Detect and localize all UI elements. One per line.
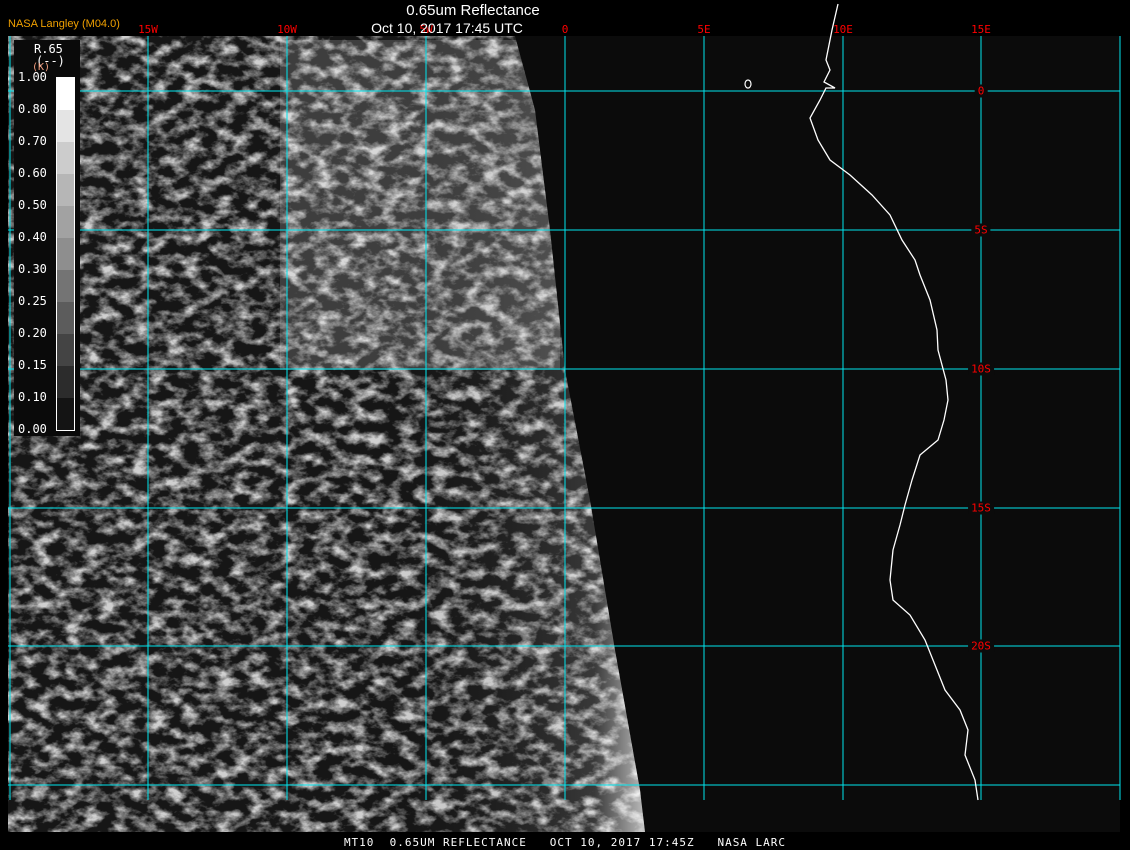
legend-tick-label: 0.40 (18, 230, 47, 244)
footer-caption: MT10 0.65UM REFLECTANCE OCT 10, 2017 17:… (343, 836, 787, 849)
color-legend: R.65 (--) (K) 1.00 0.80 0.70 0.60 0.50 0.40 0.… (14, 40, 80, 436)
colorbar-step (57, 398, 74, 430)
legend-tick-label: 0.20 (18, 326, 47, 340)
legend-tick-label: 1.00 (18, 70, 47, 84)
colorbar-step (57, 302, 74, 334)
latitude-label: 15S (968, 501, 994, 515)
legend-tick-label: 0.50 (18, 198, 47, 212)
colorbar-step (57, 334, 74, 366)
colorbar-step (57, 270, 74, 302)
legend-tick-label: 0.70 (18, 134, 47, 148)
satellite-map (8, 3, 1121, 832)
legend-tick-label: 0.25 (18, 294, 47, 308)
colorbar-step (57, 238, 74, 270)
latitude-label: 0 (974, 84, 988, 98)
colorbar-step (57, 78, 74, 110)
colorbar-step (57, 206, 74, 238)
longitude-label: 15E (971, 23, 991, 36)
legend-tick-label: 0.10 (18, 390, 47, 404)
colorbar-step (57, 110, 74, 142)
legend-tick-label: 0.15 (18, 358, 47, 372)
colorbar-step (57, 174, 74, 206)
colorbar (56, 77, 75, 431)
colorbar-step (57, 142, 74, 174)
colorbar-step (57, 366, 74, 398)
latitude-label: 10S (968, 362, 994, 376)
legend-tick-label: 0.60 (18, 166, 47, 180)
latitude-label: 5S (971, 223, 991, 237)
image-datetime: Oct 10, 2017 17:45 UTC (371, 20, 523, 36)
legend-tick-label: 0.80 (18, 102, 47, 116)
latitude-label: 20S (968, 639, 994, 653)
legend-tick-label: 0.00 (18, 422, 47, 436)
legend-tick-label: 0.30 (18, 262, 47, 276)
